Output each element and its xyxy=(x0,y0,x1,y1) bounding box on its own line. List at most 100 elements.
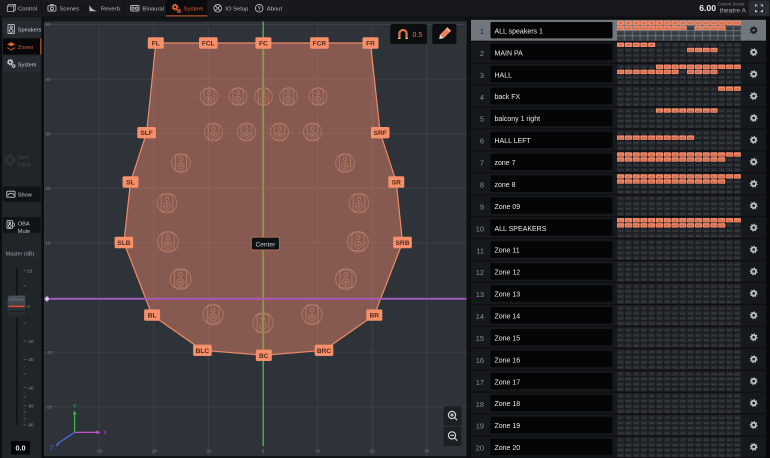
svg-text:#8: #8 xyxy=(673,350,677,354)
svg-text:#10: #10 xyxy=(688,438,693,442)
svg-text:#45: #45 xyxy=(712,119,717,123)
svg-text:#47: #47 xyxy=(727,426,732,430)
svg-text:#29: #29 xyxy=(712,421,717,425)
svg-text:#25: #25 xyxy=(680,443,685,447)
svg-text:#24: #24 xyxy=(673,202,678,206)
svg-text:#60: #60 xyxy=(704,431,709,435)
svg-text:#25: #25 xyxy=(680,399,685,403)
svg-text:#39: #39 xyxy=(665,295,670,299)
svg-text:#48: #48 xyxy=(735,404,740,408)
svg-text:#26: #26 xyxy=(688,224,693,228)
svg-text:#29: #29 xyxy=(712,48,717,52)
svg-text:#20: #20 xyxy=(641,399,646,403)
svg-text:#54: #54 xyxy=(657,146,662,150)
svg-text:#1: #1 xyxy=(619,65,623,69)
svg-text:#3: #3 xyxy=(635,328,639,332)
svg-text:#15: #15 xyxy=(727,153,732,157)
svg-text:#15: #15 xyxy=(727,394,732,398)
svg-text:#50: #50 xyxy=(626,234,631,238)
svg-text:#36: #36 xyxy=(641,119,646,123)
svg-text:#46: #46 xyxy=(719,163,724,167)
svg-text:#53: #53 xyxy=(649,81,654,85)
svg-text:#53: #53 xyxy=(649,366,654,370)
svg-text:#58: #58 xyxy=(688,59,693,63)
svg-text:#19: #19 xyxy=(634,92,639,96)
svg-text:#34: #34 xyxy=(626,339,631,343)
svg-text:#58: #58 xyxy=(688,344,693,348)
svg-text:#7: #7 xyxy=(666,350,670,354)
svg-text:#61: #61 xyxy=(712,322,717,326)
svg-text:#26: #26 xyxy=(688,333,693,337)
svg-text:#11: #11 xyxy=(696,153,701,157)
svg-text:#30: #30 xyxy=(719,202,724,206)
svg-text:#56: #56 xyxy=(673,190,678,194)
svg-text:#62: #62 xyxy=(719,300,724,304)
svg-text:#37: #37 xyxy=(649,317,654,321)
svg-text:#49: #49 xyxy=(618,102,623,106)
svg-text:#31: #31 xyxy=(727,377,732,381)
svg-text:#32: #32 xyxy=(735,202,740,206)
svg-text:#58: #58 xyxy=(688,212,693,216)
svg-text:#26: #26 xyxy=(688,202,693,206)
svg-text:#62: #62 xyxy=(719,146,724,150)
svg-text:#40: #40 xyxy=(673,339,678,343)
svg-text:Current Scene: Current Scene xyxy=(718,2,746,7)
svg-text:#63: #63 xyxy=(727,278,732,282)
svg-text:#7: #7 xyxy=(666,131,670,135)
svg-text:#5: #5 xyxy=(650,394,654,398)
svg-text:6.00: 6.00 xyxy=(699,3,716,13)
svg-text:#10: #10 xyxy=(688,416,693,420)
svg-text:#9: #9 xyxy=(681,284,685,288)
svg-text:#43: #43 xyxy=(696,251,701,255)
svg-text:#52: #52 xyxy=(641,212,646,216)
svg-text:#8: #8 xyxy=(673,372,677,376)
svg-text:#21: #21 xyxy=(649,92,654,96)
svg-text:#50: #50 xyxy=(626,59,631,63)
svg-text:#27: #27 xyxy=(696,399,701,403)
svg-text:#29: #29 xyxy=(712,246,717,250)
svg-text:0.0: 0.0 xyxy=(16,444,26,453)
svg-text:#8: #8 xyxy=(673,328,677,332)
svg-text:#57: #57 xyxy=(680,366,685,370)
svg-text:20: 20 xyxy=(476,444,484,453)
svg-text:#17: #17 xyxy=(618,333,623,337)
svg-text:#43: #43 xyxy=(696,97,701,101)
svg-text:#28: #28 xyxy=(704,180,709,184)
svg-text:Master (dB): Master (dB) xyxy=(6,251,35,257)
svg-text:#35: #35 xyxy=(634,185,639,189)
svg-text:#5: #5 xyxy=(650,306,654,310)
svg-text:#10: #10 xyxy=(688,197,693,201)
svg-text:#2: #2 xyxy=(627,87,631,91)
svg-text:#59: #59 xyxy=(696,37,701,41)
svg-text:#48: #48 xyxy=(735,207,740,211)
svg-text:#2: #2 xyxy=(627,394,631,398)
svg-text:#59: #59 xyxy=(696,366,701,370)
svg-text:#21: #21 xyxy=(649,311,654,315)
svg-text:#35: #35 xyxy=(634,251,639,255)
svg-text:#24: #24 xyxy=(673,26,678,30)
svg-text:#28: #28 xyxy=(704,355,709,359)
svg-text:#25: #25 xyxy=(680,92,685,96)
svg-text:#31: #31 xyxy=(727,70,732,74)
svg-text:#53: #53 xyxy=(649,278,654,282)
svg-text:#6: #6 xyxy=(658,372,662,376)
svg-text:#36: #36 xyxy=(641,404,646,408)
svg-text:#6: #6 xyxy=(658,328,662,332)
svg-text:#49: #49 xyxy=(618,366,623,370)
svg-text:#17: #17 xyxy=(618,202,623,206)
svg-text:#26: #26 xyxy=(688,114,693,118)
svg-text:#10: #10 xyxy=(688,284,693,288)
svg-text:#6: #6 xyxy=(658,197,662,201)
svg-text:#50: #50 xyxy=(626,168,631,172)
svg-text:#54: #54 xyxy=(657,453,662,457)
svg-text:#19: #19 xyxy=(634,136,639,140)
svg-text:#44: #44 xyxy=(704,32,709,36)
svg-text:#44: #44 xyxy=(704,163,709,167)
svg-text:#15: #15 xyxy=(727,438,732,442)
svg-text:#46: #46 xyxy=(719,361,724,365)
svg-text:-10: -10 xyxy=(205,449,212,454)
svg-text:#38: #38 xyxy=(657,339,662,343)
svg-text:#41: #41 xyxy=(680,141,685,145)
svg-text:#12: #12 xyxy=(704,65,709,69)
svg-text:#9: #9 xyxy=(681,153,685,157)
